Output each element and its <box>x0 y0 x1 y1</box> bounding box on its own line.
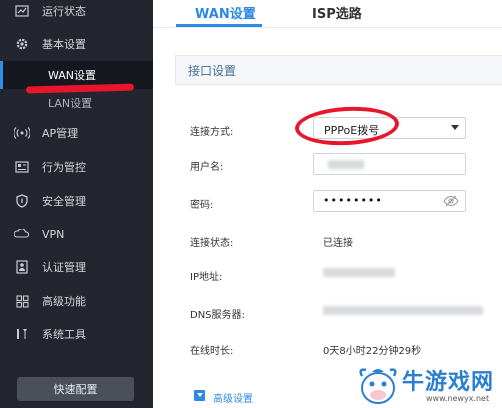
connection-type-label: 连接方式: <box>190 127 234 138</box>
connection-status-label: 连接状态: <box>190 238 234 249</box>
control-icon <box>14 159 30 175</box>
dns-server-label: DNS服务器: <box>190 310 245 321</box>
ip-address-label: IP地址: <box>190 272 223 283</box>
auth-icon <box>14 259 30 275</box>
monitor-icon <box>14 3 30 19</box>
section-header: 接口设置 <box>175 55 502 85</box>
sidebar-item-label: 运行状态 <box>42 5 86 18</box>
password-label: 密码: <box>190 200 214 211</box>
sidebar-item-label: 安全管理 <box>42 195 86 208</box>
username-input[interactable] <box>313 153 466 175</box>
watermark-brand: 牛游戏网 <box>402 370 495 395</box>
tab-bar: WAN设置 ISP选路 <box>153 0 502 28</box>
chevron-down-icon <box>451 125 459 130</box>
sidebar-item-vpn[interactable]: VPN <box>0 218 153 250</box>
connection-status-value: 已连接 <box>323 238 353 249</box>
vpn-icon <box>14 226 30 242</box>
username-label: 用户名: <box>190 162 224 173</box>
active-tab-indicator <box>176 24 262 27</box>
sidebar-item-status[interactable]: 运行状态 <box>0 0 153 27</box>
sidebar-item-label: 高级功能 <box>42 295 86 308</box>
sidebar: 运行状态 基本设置 WAN设置 LAN设置 AP管理 行为管控 安全管理 VPN… <box>0 0 153 408</box>
eye-off-icon[interactable] <box>443 195 459 207</box>
sidebar-item-label: 认证管理 <box>42 261 86 274</box>
quick-config-button[interactable]: 快速配置 <box>17 377 134 401</box>
sidebar-subitem-label: LAN设置 <box>48 97 93 110</box>
blurred-dns-servers <box>323 306 483 315</box>
sidebar-item-label: AP管理 <box>42 127 79 140</box>
password-value: •••••••• <box>323 194 383 207</box>
wifi-ap-icon <box>14 125 30 141</box>
online-time-label: 在线时长: <box>190 346 234 357</box>
cow-logo-icon <box>359 368 397 404</box>
blurred-username <box>328 160 364 169</box>
sidebar-item-security[interactable]: 安全管理 <box>0 185 153 217</box>
online-time-value: 0天8小时22分钟29秒 <box>323 346 422 357</box>
app-root: 运行状态 基本设置 WAN设置 LAN设置 AP管理 行为管控 安全管理 VPN… <box>0 0 502 408</box>
blurred-ip-address <box>323 268 395 277</box>
sidebar-item-label: 基本设置 <box>42 38 86 51</box>
advanced-settings-link[interactable]: 高级设置 <box>213 390 253 405</box>
password-input[interactable]: •••••••• <box>313 190 466 212</box>
annotation-circle <box>294 104 400 148</box>
shield-icon <box>14 193 30 209</box>
sidebar-item-auth[interactable]: 认证管理 <box>0 251 153 283</box>
sidebar-item-label: 系统工具 <box>42 328 86 341</box>
section-title: 接口设置 <box>188 63 237 78</box>
tab-isp-routing[interactable]: ISP选路 <box>312 3 362 22</box>
tab-wan-settings[interactable]: WAN设置 <box>195 3 256 22</box>
sidebar-item-advanced[interactable]: 高级功能 <box>0 285 153 317</box>
main-panel: WAN设置 ISP选路 接口设置 连接方式: PPPoE拨号 用户名: 密码: … <box>153 0 502 408</box>
sidebar-subitem-label: WAN设置 <box>48 69 97 82</box>
sidebar-subitem-lan[interactable]: LAN设置 <box>0 89 153 117</box>
sidebar-item-behavior[interactable]: 行为管控 <box>0 151 153 183</box>
sidebar-item-ap[interactable]: AP管理 <box>0 117 153 149</box>
sidebar-item-label: 行为管控 <box>42 161 86 174</box>
sidebar-item-label: VPN <box>42 227 65 241</box>
grid-icon <box>14 293 30 309</box>
expand-toggle-icon[interactable] <box>194 390 205 401</box>
tools-icon <box>14 326 30 342</box>
sidebar-item-basic-settings[interactable]: 基本设置 <box>0 28 153 60</box>
watermark-url: www.newyx.net <box>426 394 490 403</box>
sidebar-item-tools[interactable]: 系统工具 <box>0 318 153 350</box>
gear-icon <box>14 36 30 52</box>
watermark: 牛游戏网 www.newyx.net <box>352 362 502 408</box>
